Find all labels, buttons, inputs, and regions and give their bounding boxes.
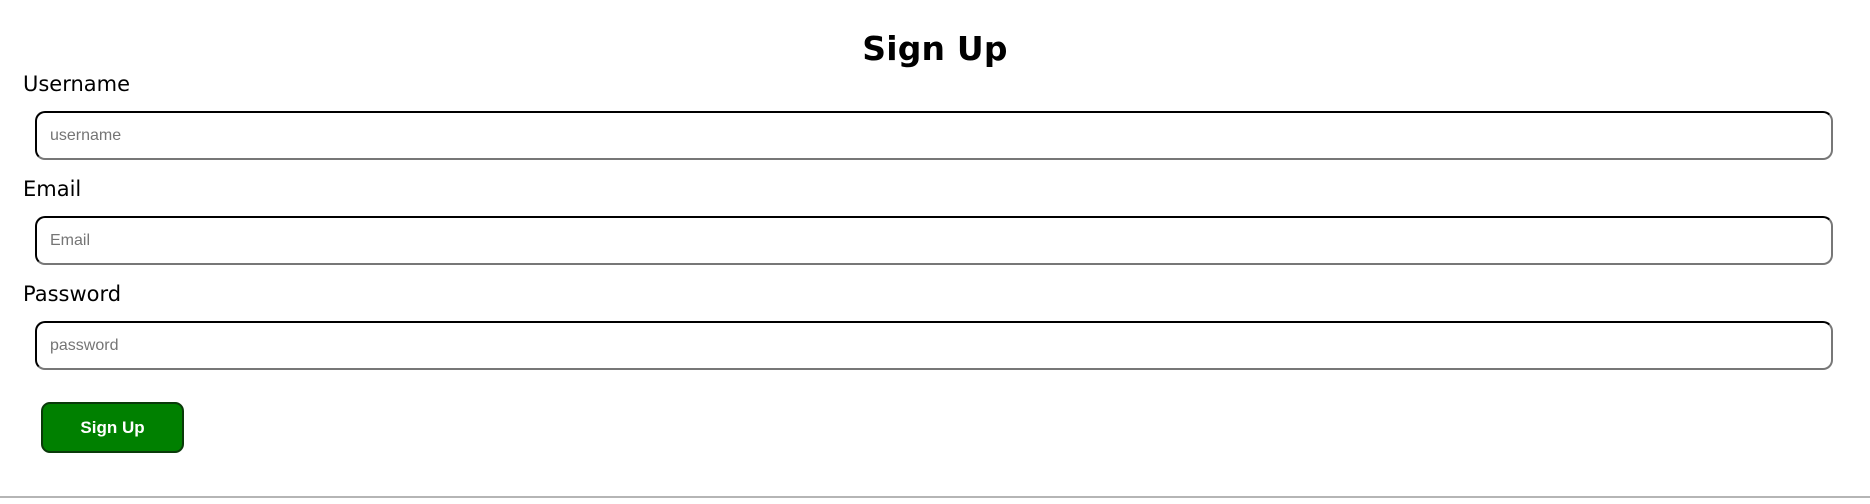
username-label: Username — [23, 72, 131, 96]
password-input[interactable] — [35, 321, 1833, 370]
password-label: Password — [23, 282, 122, 306]
signup-page: Sign Up Username Email Password Sign Up — [0, 0, 1870, 504]
page-title: Sign Up — [862, 29, 1008, 68]
signup-button[interactable]: Sign Up — [41, 402, 184, 453]
email-input[interactable] — [35, 216, 1833, 265]
email-label: Email — [23, 177, 82, 201]
username-input[interactable] — [35, 111, 1833, 160]
footer-divider — [0, 496, 1870, 498]
